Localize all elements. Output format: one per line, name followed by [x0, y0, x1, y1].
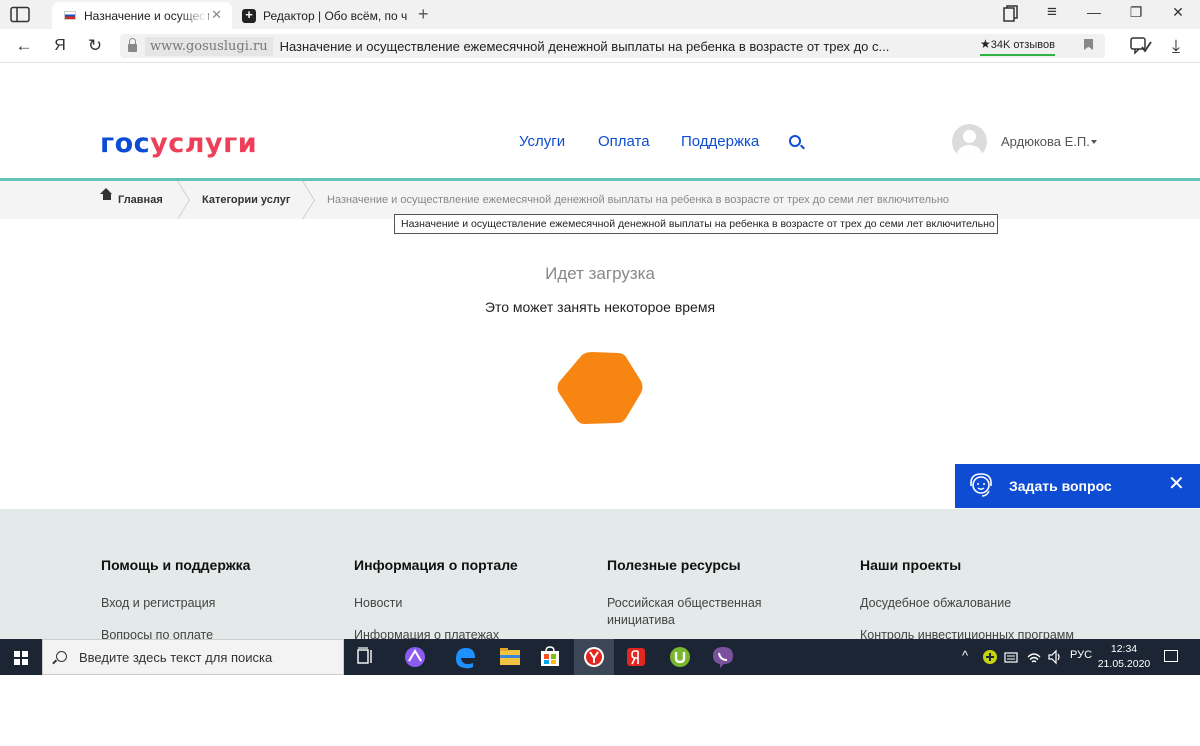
protect-icon[interactable] — [1130, 36, 1152, 56]
bookmark-icon[interactable] — [1084, 39, 1093, 50]
alice-icon[interactable] — [395, 639, 435, 675]
loading-title: Идет загрузка — [545, 264, 655, 283]
new-tab-button[interactable]: + — [418, 4, 429, 25]
clock-time: 12:34 — [1110, 643, 1138, 655]
footer-link[interactable]: Контроль инвестиционных программ — [860, 627, 1120, 639]
footer-heading: Информация о портале — [354, 557, 518, 573]
menu-icon[interactable]: ≡ — [1040, 2, 1064, 22]
avatar[interactable] — [952, 124, 987, 159]
viber-icon[interactable] — [703, 639, 743, 675]
sidebar-toggle-icon[interactable] — [10, 6, 30, 23]
close-tab-icon[interactable]: ✕ — [211, 7, 222, 23]
footer-col-help: Помощь и поддержка Вход и регистрация Во… — [101, 557, 331, 639]
clock[interactable]: 12:34 21.05.2020 — [1095, 642, 1153, 672]
home-icon[interactable] — [100, 188, 112, 203]
tray-expand-icon[interactable]: ^ — [962, 648, 968, 663]
breadcrumb-current: Назначение и осуществление ежемесячной д… — [327, 194, 950, 206]
breadcrumb-categories[interactable]: Категории услуг — [202, 194, 290, 206]
loading-subtitle: Это может занять некоторое время — [484, 299, 716, 315]
keyboard-layout-icon[interactable] — [1004, 649, 1020, 665]
editor-icon — [242, 7, 256, 23]
chevron-down-icon[interactable] — [1091, 140, 1097, 144]
reviews-count: 34K отзывов — [990, 39, 1055, 51]
footer: Помощь и поддержка Вход и регистрация Во… — [0, 509, 1200, 639]
back-icon[interactable]: ← — [13, 35, 35, 57]
yandex-icon[interactable] — [616, 639, 656, 675]
collections-icon[interactable] — [998, 4, 1022, 24]
clock-date: 21.05.2020 — [1097, 658, 1151, 670]
blank-area — [0, 675, 1200, 746]
headset-icon — [970, 473, 992, 497]
star-icon: ★ — [980, 37, 991, 51]
tab-editor[interactable]: Редактор | Обо всём, по ч — [236, 2, 414, 29]
footer-link[interactable]: Новости — [354, 595, 584, 612]
tray-app-icon[interactable] — [982, 649, 998, 665]
reload-icon[interactable]: ↻ — [84, 35, 106, 57]
screen: Назначение и осуществ ✕ Редактор | Обо в… — [0, 0, 1200, 746]
footer-link[interactable]: Вход и регистрация — [101, 595, 331, 612]
nav-services[interactable]: Услуги — [519, 133, 565, 150]
close-icon[interactable]: ✕ — [1168, 474, 1185, 494]
minimize-icon[interactable]: — — [1082, 4, 1106, 24]
nav-support[interactable]: Поддержка — [681, 133, 759, 150]
logo-part-gos: гос — [100, 128, 151, 159]
logo-part-uslugi: услуги — [150, 128, 258, 159]
footer-link[interactable]: Досудебное обжалование — [860, 595, 1120, 612]
breadcrumb-separator — [302, 181, 316, 219]
restore-icon[interactable]: ❐ — [1124, 4, 1148, 24]
volume-icon[interactable] — [1047, 649, 1063, 665]
yandex-browser-icon[interactable] — [574, 639, 614, 675]
breadcrumb-separator — [177, 181, 191, 219]
edge-icon[interactable] — [445, 639, 485, 675]
tab-fade — [178, 2, 208, 29]
store-icon[interactable] — [530, 639, 570, 675]
footer-col-resources: Полезные ресурсы Российская общественная… — [607, 557, 777, 639]
tab-gosuslugi[interactable]: Назначение и осуществ ✕ — [52, 2, 232, 29]
url-domain: www.gosuslugi.ru — [145, 36, 273, 56]
footer-heading: Помощь и поддержка — [101, 557, 251, 573]
loading-spinner-icon — [557, 352, 643, 424]
ask-question-label: Задать вопрос — [1009, 478, 1112, 494]
taskbar: Введите здесь текст для поиска ^ РУС 12:… — [0, 639, 1200, 675]
address-bar: ← Я ↻ www.gosuslugi.ru Назначение и осущ… — [0, 29, 1200, 63]
footer-heading: Наши проекты — [860, 557, 962, 573]
gosuslugi-logo[interactable]: госуслуги — [100, 128, 257, 159]
nav-payment[interactable]: Оплата — [598, 133, 650, 150]
footer-heading: Полезные ресурсы — [607, 557, 741, 573]
download-icon[interactable]: ⤓ — [1165, 35, 1187, 57]
browser-tab-bar: Назначение и осуществ ✕ Редактор | Обо в… — [0, 0, 1200, 29]
footer-col-info: Информация о портале Новости Информация … — [354, 557, 584, 639]
footer-link[interactable]: Российская общественная инициатива — [607, 595, 777, 629]
footer-link[interactable]: Информация о платежах — [354, 627, 584, 639]
yandex-icon[interactable]: Я — [49, 35, 71, 57]
ask-question-widget[interactable]: Задать вопрос ✕ — [955, 464, 1200, 508]
tab-label: Редактор | Обо всём, по ч — [263, 8, 408, 23]
footer-link[interactable]: Вопросы по оплате — [101, 627, 331, 639]
breadcrumb-home[interactable]: Главная — [118, 194, 163, 206]
lock-icon[interactable] — [128, 38, 137, 52]
notifications-icon[interactable] — [1164, 650, 1178, 662]
wifi-icon[interactable] — [1026, 649, 1042, 665]
taskbar-search-input[interactable]: Введите здесь текст для поиска — [42, 639, 344, 675]
taskbar-search-placeholder: Введите здесь текст для поиска — [79, 650, 273, 665]
footer-col-projects: Наши проекты Досудебное обжалование Конт… — [860, 557, 1120, 639]
close-window-icon[interactable]: ✕ — [1166, 4, 1190, 24]
reviews-badge[interactable]: ★34K отзывов — [980, 37, 1055, 56]
search-icon — [56, 651, 67, 662]
url-page-title: Назначение и осуществление ежемесячной д… — [279, 38, 890, 54]
windows-start-icon[interactable] — [14, 651, 28, 665]
search-icon[interactable] — [789, 135, 801, 147]
file-explorer-icon[interactable] — [490, 639, 530, 675]
url-field[interactable]: www.gosuslugi.ru Назначение и осуществле… — [120, 34, 1105, 58]
breadcrumb-tooltip: Назначение и осуществление ежемесячной д… — [394, 214, 998, 234]
user-name[interactable]: Ардюкова Е.П. — [1001, 134, 1090, 149]
task-view-icon[interactable] — [346, 639, 386, 675]
russia-flag-icon — [64, 11, 76, 20]
utorrent-icon[interactable] — [660, 639, 700, 675]
language-indicator[interactable]: РУС — [1070, 649, 1092, 661]
